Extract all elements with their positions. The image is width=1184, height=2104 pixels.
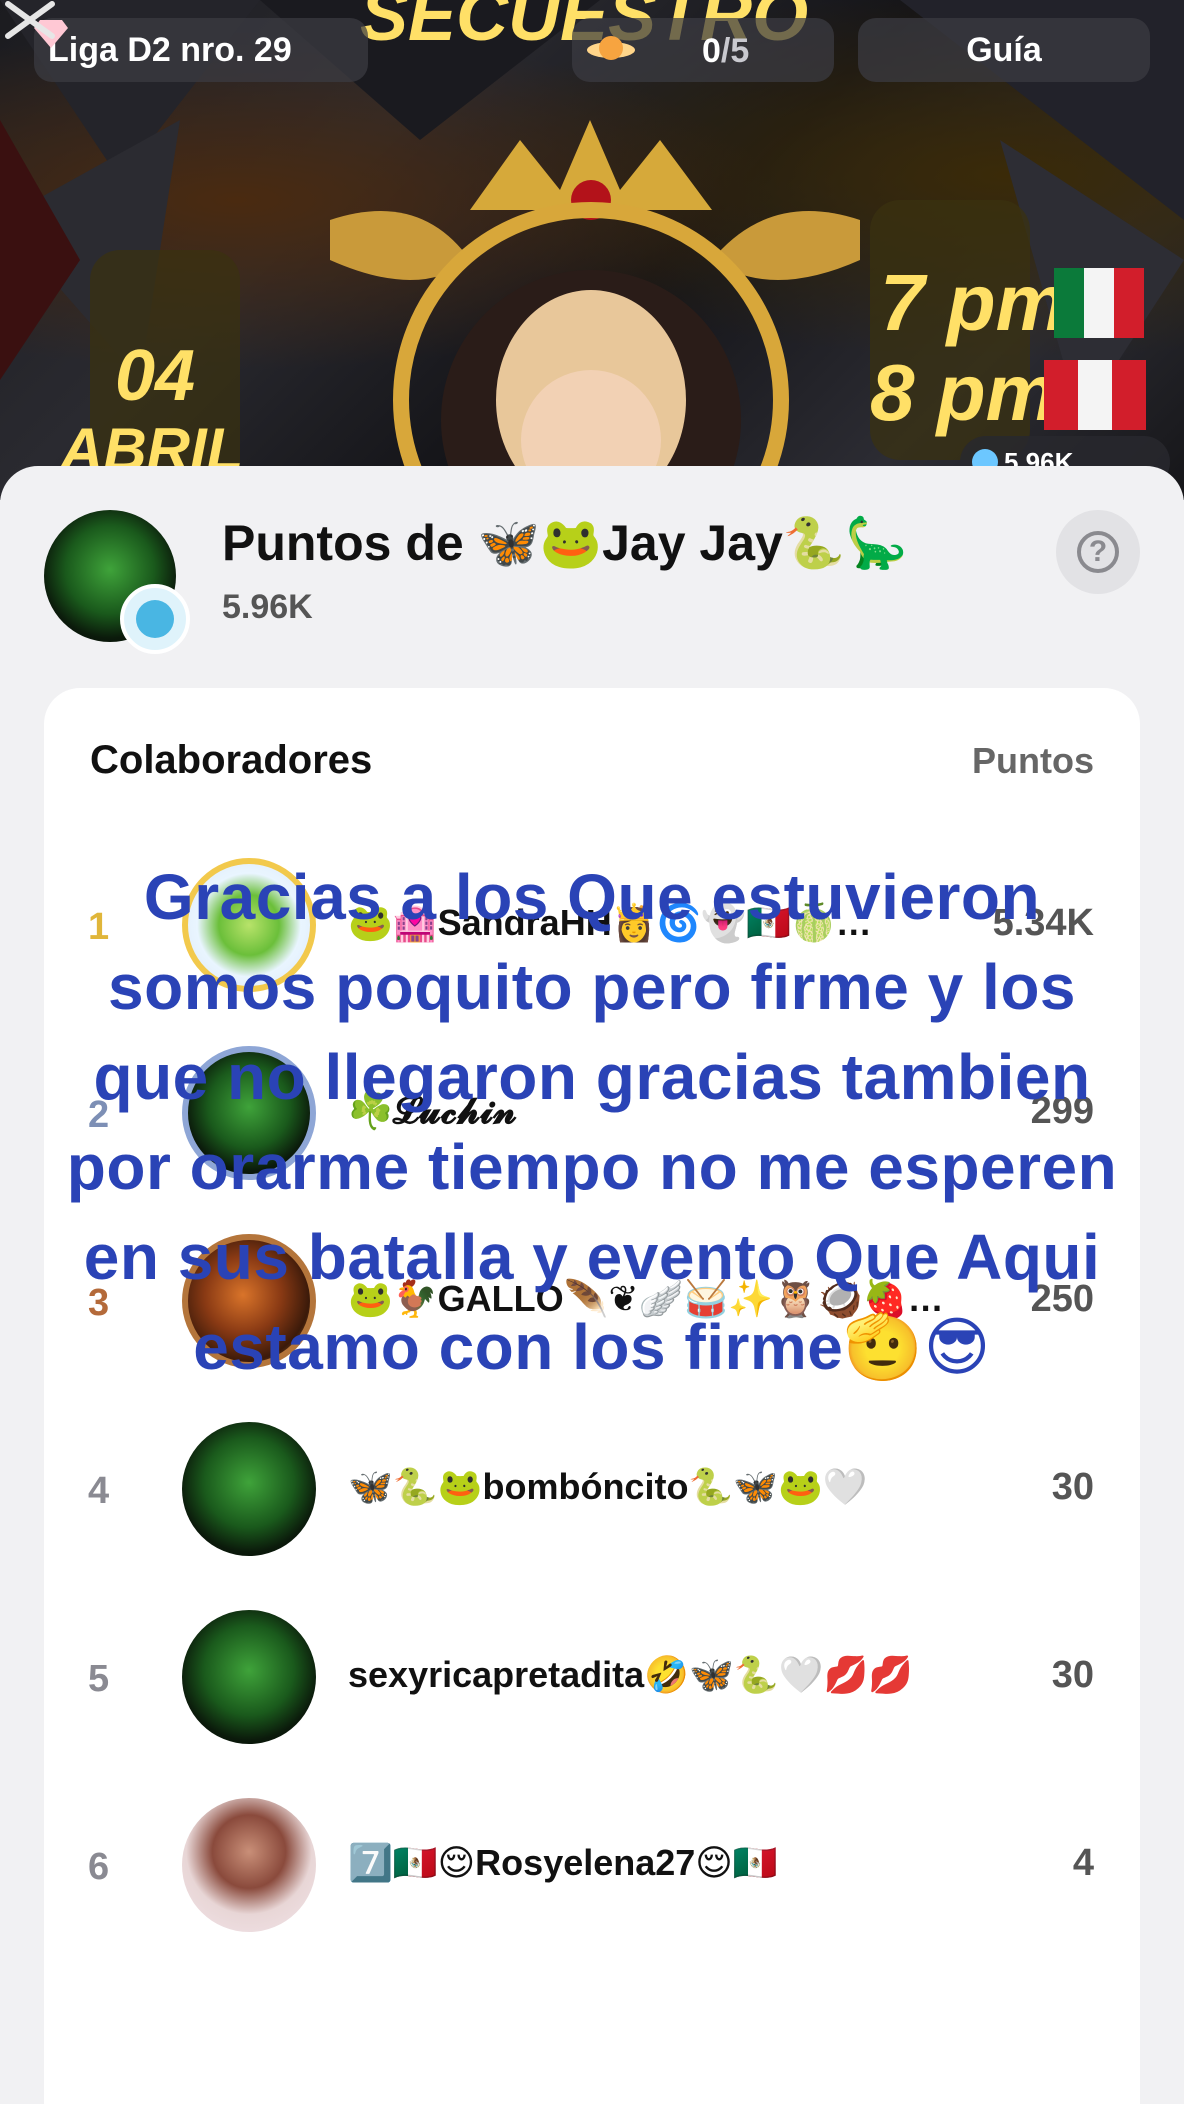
overlay-caption: Gracias a los Que estuvieron somos poqui… xyxy=(66,861,1118,1383)
guide-label: Guía xyxy=(966,30,1042,69)
progress-chip[interactable]: 0/5 xyxy=(572,18,834,82)
help-button[interactable]: ? xyxy=(1056,510,1140,594)
svg-text:8 pm: 8 pm xyxy=(870,348,1057,437)
snowflake-icon xyxy=(136,600,174,638)
progress-total: /5 xyxy=(720,32,750,70)
svg-text:04: 04 xyxy=(115,336,195,416)
contributor-row[interactable]: 6 7️⃣🇲🇽😌Rosyelena27😌🇲🇽 4 xyxy=(0,1792,1184,1942)
guide-button[interactable]: Guía xyxy=(858,18,1150,82)
svg-text:7 pm: 7 pm xyxy=(880,258,1067,347)
host-points: 5.96K xyxy=(222,588,313,626)
contributor-points: 4 xyxy=(1072,1842,1094,1884)
contributor-row[interactable]: 5 sexyricapretadita🤣🦋🐍🤍💋💋 30 xyxy=(0,1604,1184,1754)
rank-number: 6 xyxy=(88,1846,110,1888)
points-header: Puntos xyxy=(972,740,1094,781)
avatar[interactable] xyxy=(182,1610,316,1744)
contributor-points: 30 xyxy=(1051,1654,1094,1696)
contributor-row[interactable]: 4 🦋🐍🐸bombóncito🐍🦋🐸🤍 30 xyxy=(0,1416,1184,1566)
contributor-name: sexyricapretadita🤣🦋🐍🤍💋💋 xyxy=(348,1654,914,1695)
progress-count: 0/5 xyxy=(702,32,749,71)
event-banner: 04 ABRIL 7 pm 8 pm SECUESTRO Liga D2 nro… xyxy=(0,0,1184,500)
progress-current: 0 xyxy=(702,32,721,70)
contributors-header: Colaboradores xyxy=(90,738,373,782)
league-label: Liga D2 nro. 29 xyxy=(48,30,292,69)
rank-number: 5 xyxy=(88,1658,110,1700)
avatar[interactable] xyxy=(182,1422,316,1556)
question-icon: ? xyxy=(1077,531,1119,573)
host-title: Puntos de 🦋🐸Jay Jay🐍🦕 xyxy=(222,515,908,571)
planet-icon xyxy=(587,36,635,60)
close-icon[interactable] xyxy=(0,0,60,40)
contributor-name: 🦋🐍🐸bombóncito🐍🦋🐸🤍 xyxy=(348,1466,868,1507)
rank-number: 4 xyxy=(88,1470,110,1512)
contributor-points: 30 xyxy=(1051,1466,1094,1508)
league-chip[interactable]: Liga D2 nro. 29 xyxy=(34,18,368,82)
avatar[interactable] xyxy=(182,1798,316,1932)
contributor-name: 7️⃣🇲🇽😌Rosyelena27😌🇲🇽 xyxy=(348,1842,778,1883)
host-level-badge xyxy=(120,584,190,654)
